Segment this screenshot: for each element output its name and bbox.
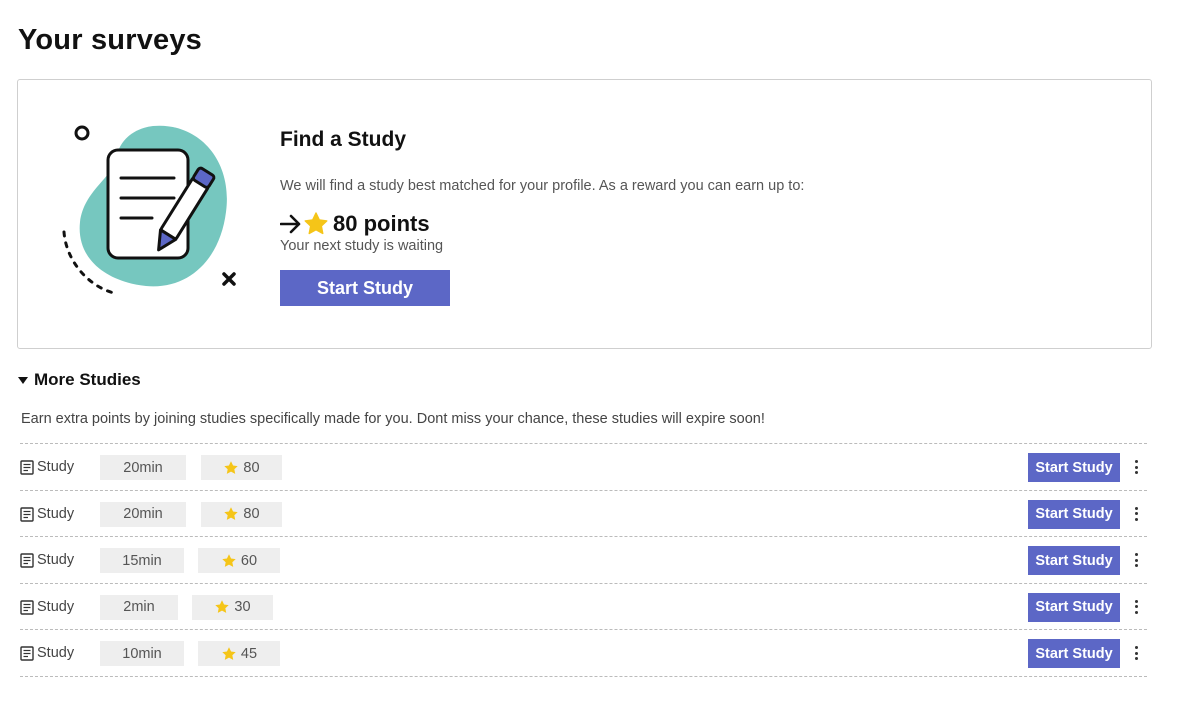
duration-badge: 20min: [100, 501, 186, 527]
duration-badge: 20min: [100, 455, 186, 480]
document-icon: [20, 553, 34, 568]
find-study-card: Find a Study We will find a study best m…: [17, 79, 1152, 349]
points-badge: 80: [201, 501, 282, 527]
more-studies-toggle[interactable]: More Studies: [18, 370, 141, 390]
arrow-right-icon: [280, 214, 301, 234]
find-study-description: We will find a study best matched for yo…: [280, 178, 805, 194]
waiting-text: Your next study is waiting: [280, 238, 444, 254]
duration-badge: 15min: [100, 548, 184, 573]
points-value: 45: [240, 645, 258, 662]
start-study-button[interactable]: Start Study: [1028, 546, 1120, 575]
study-label: Study: [37, 459, 75, 475]
study-label: Study: [37, 552, 75, 568]
reward-line: 80 points: [280, 209, 430, 239]
study-label: Study: [37, 505, 75, 522]
study-row: Study 10min 45 Start Study: [20, 630, 1147, 677]
start-study-button[interactable]: Start Study: [1028, 499, 1120, 529]
points-value: 80: [243, 459, 260, 476]
points-badge: 30: [192, 594, 273, 620]
points-badge: 45: [198, 641, 280, 666]
document-icon: [20, 460, 34, 475]
star-icon: [304, 212, 328, 235]
page-title: Your surveys: [18, 24, 203, 56]
points-badge: 60: [198, 548, 280, 573]
document-pencil-illustration: [62, 125, 236, 296]
document-icon: [20, 646, 34, 661]
study-row: Study 20min 80 Start Study: [20, 444, 1147, 491]
star-icon: [222, 646, 236, 660]
caret-down-icon: [18, 376, 28, 384]
study-label: Study: [37, 645, 75, 661]
study-row: Study 2min 30 Start Study: [20, 584, 1147, 630]
more-options-icon[interactable]: [1128, 456, 1144, 478]
points-value: 80: [243, 506, 260, 522]
points-value: 60: [240, 552, 258, 569]
duration-badge: 2min: [100, 594, 178, 620]
more-options-icon[interactable]: [1128, 642, 1144, 664]
duration-badge: 10min: [100, 641, 184, 666]
find-study-title: Find a Study: [280, 128, 406, 151]
more-options-icon[interactable]: [1128, 596, 1144, 618]
start-study-button[interactable]: Start Study: [1028, 592, 1120, 622]
more-studies-title: More Studies: [34, 370, 141, 389]
study-label: Study: [37, 598, 75, 615]
document-icon: [20, 506, 34, 522]
more-options-icon[interactable]: [1128, 549, 1144, 571]
document-icon: [20, 599, 34, 615]
points-badge: 80: [201, 455, 282, 480]
start-study-button[interactable]: Start Study: [1028, 639, 1120, 668]
star-icon: [215, 600, 230, 613]
study-row: Study 15min 60 Start Study: [20, 537, 1147, 584]
more-studies-description: Earn extra points by joining studies spe…: [21, 411, 765, 427]
study-row: Study 20min 80 Start Study: [20, 491, 1147, 537]
start-study-button[interactable]: Start Study: [280, 270, 450, 306]
reward-points: 80 points: [333, 211, 430, 236]
study-list: Study 20min 80 Start Study Study 20min 8…: [20, 443, 1147, 677]
star-icon: [224, 460, 239, 474]
star-icon: [222, 553, 236, 567]
points-value: 30: [234, 599, 251, 615]
start-study-button[interactable]: Start Study: [1028, 453, 1120, 482]
star-icon: [224, 507, 239, 520]
more-options-icon[interactable]: [1128, 503, 1144, 525]
